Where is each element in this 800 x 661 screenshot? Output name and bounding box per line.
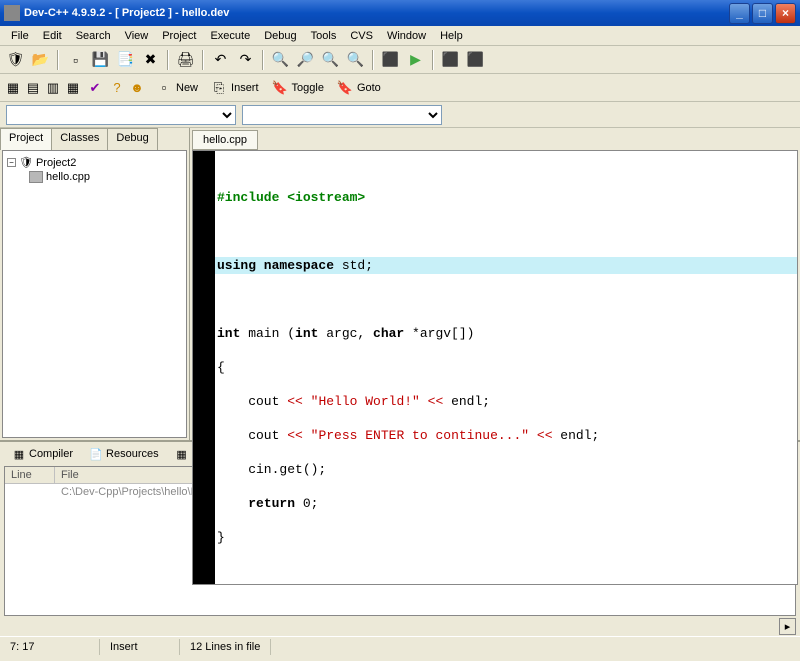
menu-view[interactable]: View (118, 28, 156, 43)
app-icon (4, 5, 20, 21)
tree-project-node[interactable]: − 🛡 Project2 (7, 155, 182, 170)
compile-run-icon[interactable]: ⬛ (439, 49, 462, 71)
status-lines: 12 Lines in file (180, 639, 271, 655)
menu-execute[interactable]: Execute (203, 28, 257, 43)
minimize-button[interactable]: _ (729, 3, 750, 24)
horizontal-scrollbar[interactable]: ▸ (4, 618, 796, 636)
toggle-button[interactable]: 🔖Toggle (266, 77, 329, 99)
save-icon[interactable]: 💾 (89, 49, 112, 71)
header-line[interactable]: Line (5, 467, 55, 483)
resources-icon: 📄 (89, 447, 103, 461)
menu-edit[interactable]: Edit (36, 28, 69, 43)
file-icon (29, 171, 43, 183)
project-icon: 🛡 (19, 156, 33, 169)
btab-compiler[interactable]: ▦Compiler (6, 445, 79, 463)
new-project-icon[interactable]: 🛡 (4, 49, 27, 71)
class-combo[interactable] (6, 105, 236, 125)
new-doc-icon: ▫ (155, 79, 173, 97)
insert-button[interactable]: ⎘Insert (205, 77, 264, 99)
goto-icon: 🔖 (336, 79, 354, 97)
tab-classes[interactable]: Classes (51, 128, 108, 150)
btab-resources[interactable]: 📄Resources (83, 445, 165, 463)
tab-project[interactable]: Project (0, 128, 52, 150)
goto-button[interactable]: 🔖Goto (331, 77, 386, 99)
menu-tools[interactable]: Tools (304, 28, 344, 43)
compiler-icon: ▦ (12, 447, 26, 461)
grid1-icon[interactable]: ▦ (4, 79, 22, 97)
menu-help[interactable]: Help (433, 28, 470, 43)
project-label: Project2 (36, 157, 76, 169)
menu-bar: File Edit Search View Project Execute De… (0, 26, 800, 46)
undo-icon[interactable]: ↶ (209, 49, 232, 71)
insert-icon: ⎘ (210, 79, 228, 97)
combo-bar (0, 102, 800, 128)
new-button[interactable]: ▫New (150, 77, 203, 99)
grid3-icon[interactable]: ▥ (44, 79, 62, 97)
window-title: Dev-C++ 4.9.9.2 - [ Project2 ] - hello.d… (24, 7, 729, 19)
editor-panel: hello.cpp #include <iostream> using name… (190, 128, 800, 440)
close-button[interactable]: × (775, 3, 796, 24)
grid2-icon[interactable]: ▤ (24, 79, 42, 97)
rebuild-icon[interactable]: ⬛ (464, 49, 487, 71)
menu-file[interactable]: File (4, 28, 36, 43)
method-combo[interactable] (242, 105, 442, 125)
toggle-icon: 🔖 (271, 79, 289, 97)
maximize-button[interactable]: □ (752, 3, 773, 24)
project-tree[interactable]: − 🛡 Project2 hello.cpp (2, 150, 187, 438)
status-bar: 7: 17 Insert 12 Lines in file (0, 636, 800, 656)
goto-line-icon[interactable]: 🔍 (344, 49, 367, 71)
secondary-toolbar: ▦ ▤ ▥ ▦ ✔ ? ☻ ▫New ⎘Insert 🔖Toggle 🔖Goto (0, 74, 800, 102)
editor-tab-hello[interactable]: hello.cpp (192, 130, 258, 150)
save-all-icon[interactable]: 📑 (114, 49, 137, 71)
cell-line (5, 484, 55, 500)
scroll-right-icon[interactable]: ▸ (779, 618, 796, 635)
tab-debug[interactable]: Debug (107, 128, 157, 150)
grid4-icon[interactable]: ▦ (64, 79, 82, 97)
redo-icon[interactable]: ↷ (234, 49, 257, 71)
new-file-icon[interactable]: ▫ (64, 49, 87, 71)
window-titlebar: Dev-C++ 4.9.9.2 - [ Project2 ] - hello.d… (0, 0, 800, 26)
code-content[interactable]: #include <iostream> using namespace std;… (215, 151, 797, 584)
check-icon[interactable]: ✔ (86, 79, 104, 97)
replace-icon[interactable]: 🔎 (294, 49, 317, 71)
project-sidebar: Project Classes Debug − 🛡 Project2 hello… (0, 128, 190, 440)
menu-search[interactable]: Search (69, 28, 118, 43)
log-icon: ▦ (175, 447, 189, 461)
file-label: hello.cpp (46, 171, 90, 183)
tree-file-node[interactable]: hello.cpp (7, 170, 182, 184)
code-editor[interactable]: #include <iostream> using namespace std;… (192, 150, 798, 585)
collapse-icon[interactable]: − (7, 158, 16, 167)
compile-icon[interactable]: ⬛ (379, 49, 402, 71)
status-mode: Insert (100, 639, 180, 655)
about-icon[interactable]: ☻ (128, 79, 146, 97)
menu-cvs[interactable]: CVS (343, 28, 380, 43)
close-file-icon[interactable]: ✖ (139, 49, 162, 71)
run-icon[interactable]: ▶ (404, 49, 427, 71)
main-toolbar: 🛡 📂 ▫ 💾 📑 ✖ 🖨 ↶ ↷ 🔍 🔎 🔍 🔍 ⬛ ▶ ⬛ ⬛ (0, 46, 800, 74)
help-icon[interactable]: ? (108, 79, 126, 97)
find-next-icon[interactable]: 🔍 (319, 49, 342, 71)
open-icon[interactable]: 📂 (29, 49, 52, 71)
menu-debug[interactable]: Debug (257, 28, 303, 43)
menu-project[interactable]: Project (155, 28, 203, 43)
editor-gutter (193, 151, 215, 584)
find-icon[interactable]: 🔍 (269, 49, 292, 71)
status-position: 7: 17 (0, 639, 100, 655)
menu-window[interactable]: Window (380, 28, 433, 43)
print-icon[interactable]: 🖨 (174, 49, 197, 71)
